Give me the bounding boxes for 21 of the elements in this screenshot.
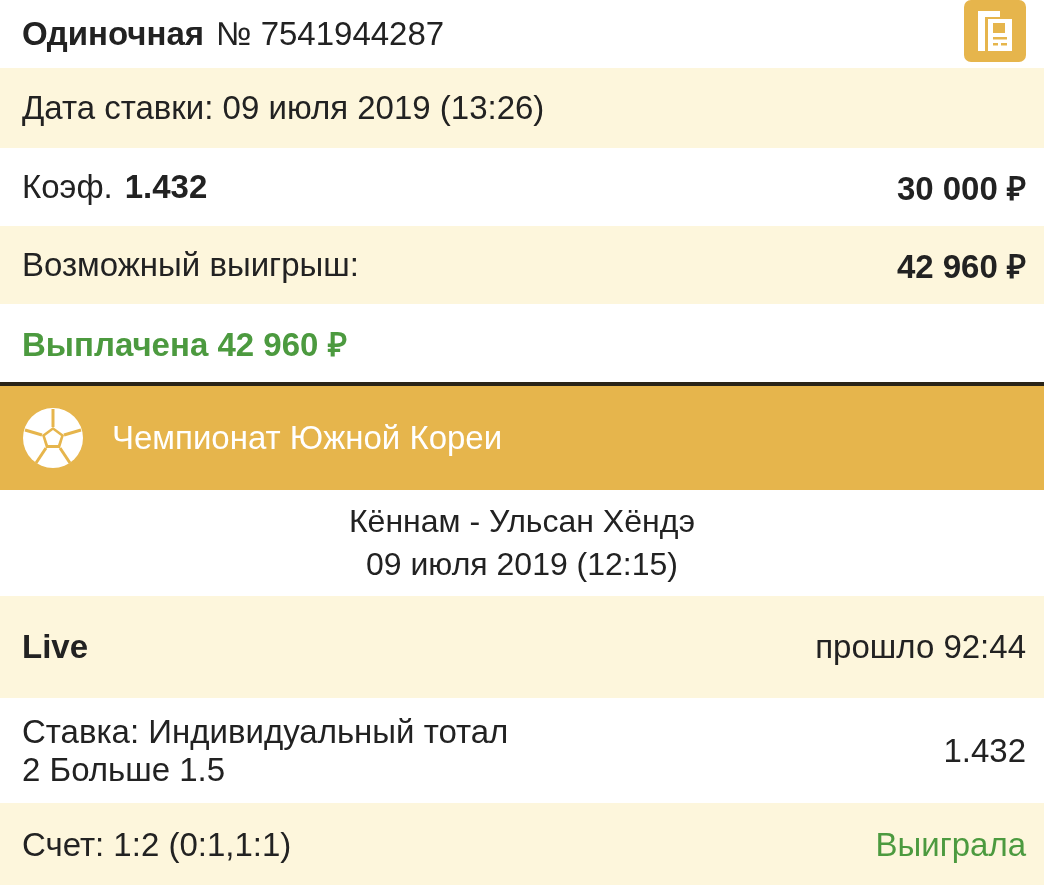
bet-odds: 1.432 [943,731,1026,770]
possible-win-label: Возможный выигрыш: [22,246,359,284]
match-teams: Кённам - Ульсан Хёндэ [348,503,696,540]
payout-status: Выплачена 42 960 ₽ [22,324,347,365]
possible-win-value: 42 960 ₽ [896,246,1026,287]
bet-description: Ставка: Индивидуальный тотал [22,712,509,751]
coef-value: 1.432 [124,168,208,206]
elapsed-time: прошло 92:44 [815,628,1026,666]
coef-label: Коэф. [22,168,113,206]
bet-type: Одиночная [22,15,205,53]
bet-number: № 7541944287 [216,15,445,53]
stake-amount: 30 000 ₽ [896,168,1026,209]
soccer-ball-icon [22,407,84,469]
match-score: Счет: 1:2 (0:1,1:1) [22,826,292,864]
match-date: 09 июля 2019 (12:15) [366,546,678,583]
bet-result: Выиграла [875,826,1026,864]
bet-description: 2 Больше 1.5 [22,750,227,789]
bet-date: Дата ставки: 09 июля 2019 (13:26) [22,89,545,127]
league-name: Чемпионат Южной Кореи [112,419,503,457]
copy-button[interactable] [964,0,1026,62]
live-label: Live [22,628,89,666]
